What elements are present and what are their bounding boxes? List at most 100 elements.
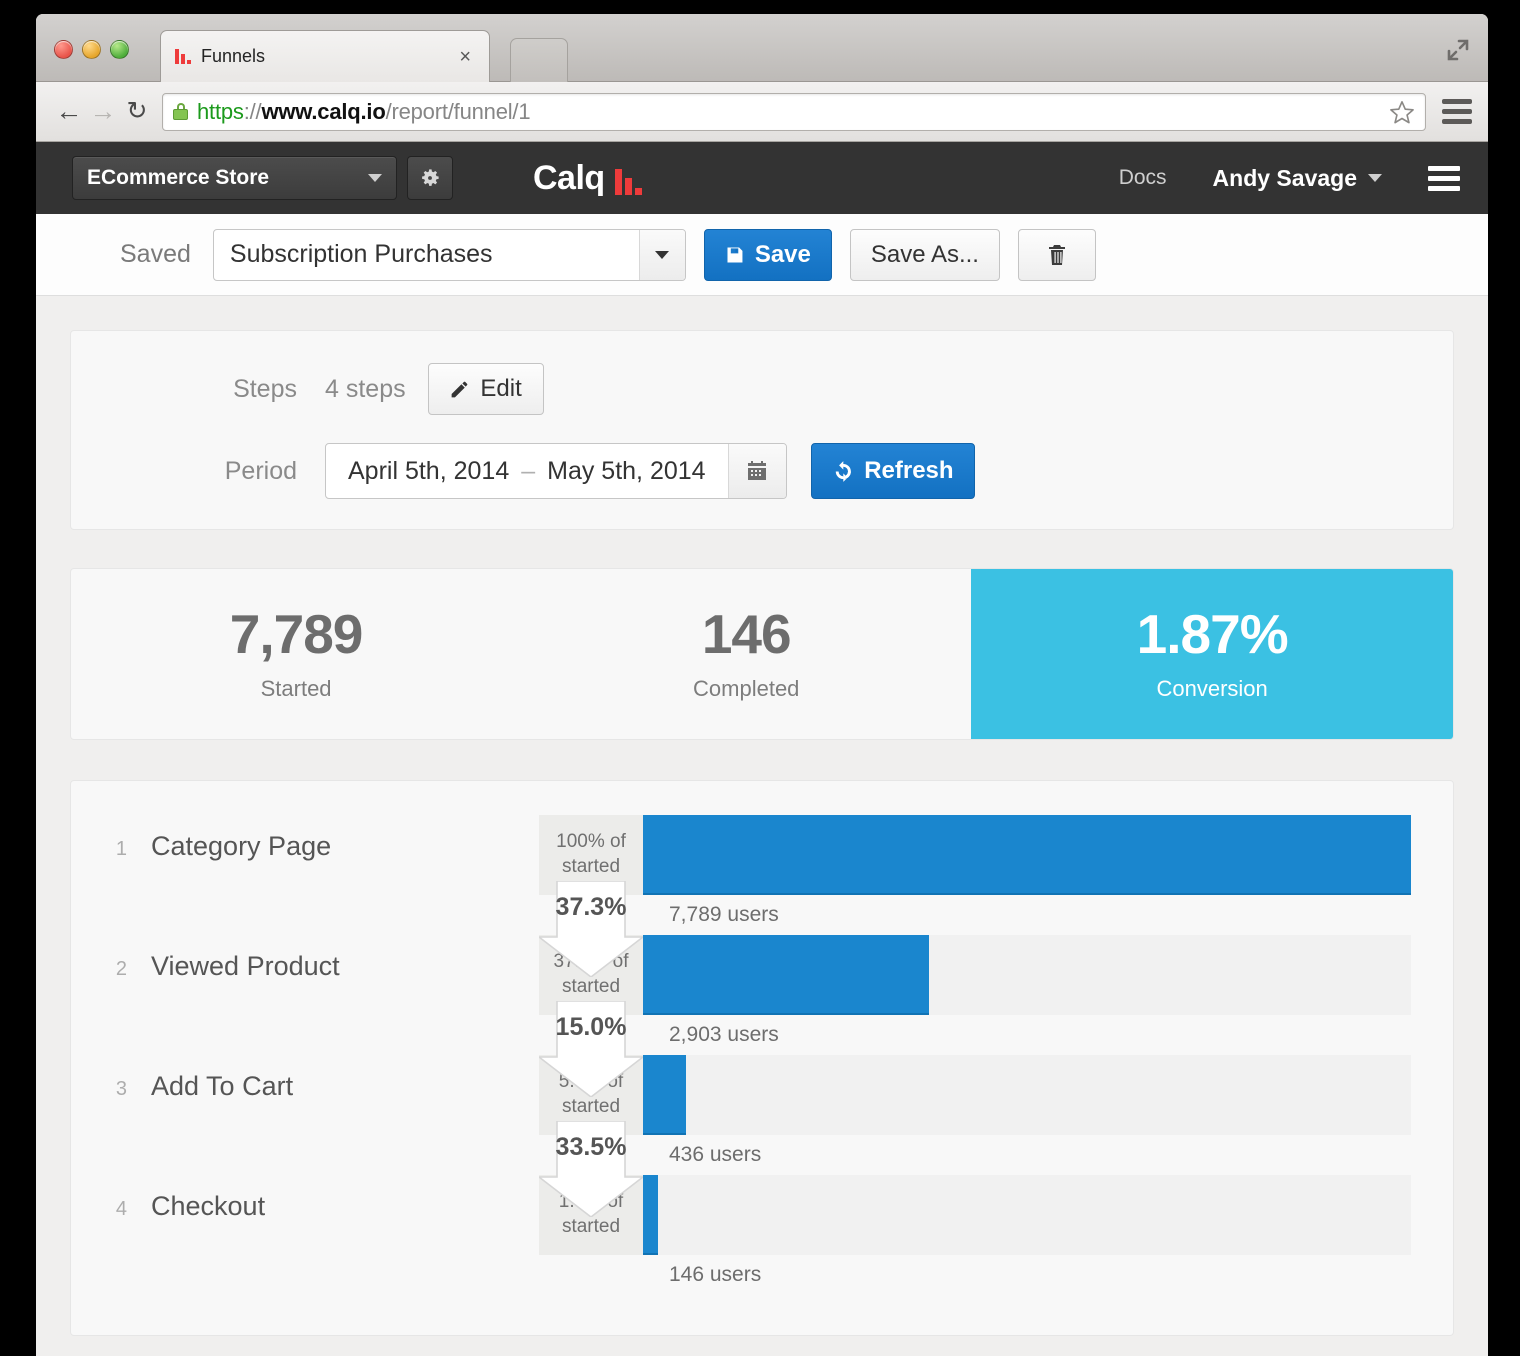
stat-value: 1.87% bbox=[1136, 602, 1289, 665]
steps-count-value: 4 steps bbox=[325, 374, 406, 403]
floppy-disk-icon bbox=[727, 247, 743, 262]
date-range-end: May 5th, 2014 bbox=[547, 456, 706, 485]
percent-suffix: started bbox=[561, 856, 621, 877]
stat-completed: 146 Completed bbox=[521, 569, 971, 739]
bar-track bbox=[643, 935, 1411, 1015]
calq-logo[interactable]: Calq bbox=[533, 161, 642, 195]
refresh-button-label: Refresh bbox=[864, 457, 954, 484]
save-as-button-label: Save As... bbox=[870, 240, 979, 268]
bookmark-star-icon[interactable] bbox=[1389, 99, 1415, 125]
browser-window: Funnels × ← → ↻ https://www.calq.io/repo… bbox=[36, 14, 1488, 1356]
url-path: /report/funnel/1 bbox=[385, 98, 531, 124]
stat-started: 7,789 Started bbox=[71, 569, 521, 739]
project-settings-button[interactable] bbox=[407, 156, 453, 200]
stat-value: 146 bbox=[701, 602, 792, 665]
bar-track bbox=[643, 1175, 1411, 1255]
funnel-step-row: 2 Viewed Product 37.3% of started 2,903 … bbox=[71, 935, 1453, 1097]
funnel-step-title: 4 Checkout bbox=[113, 1191, 265, 1222]
steps-row: Steps 4 steps Edit bbox=[193, 361, 1453, 417]
close-window-button[interactable] bbox=[54, 40, 73, 59]
bar-fill[interactable] bbox=[643, 1055, 686, 1135]
date-range-dash: – bbox=[521, 456, 536, 485]
nav-item-docs[interactable]: Docs bbox=[1119, 166, 1167, 190]
new-tab-button[interactable] bbox=[510, 38, 568, 82]
step-number: 1 bbox=[115, 838, 127, 860]
step-users-count: 146 users bbox=[669, 1263, 762, 1286]
step-label: Add To Cart bbox=[151, 1071, 294, 1101]
percent-suffix: started bbox=[561, 1216, 621, 1237]
transition-percent: 37.3% bbox=[555, 893, 627, 921]
navbar-right: Docs Andy Savage bbox=[1119, 165, 1460, 192]
back-icon[interactable]: ← bbox=[52, 95, 86, 129]
funnel-step-title: 3 Add To Cart bbox=[113, 1071, 293, 1102]
transition-percent: 33.5% bbox=[555, 1133, 627, 1161]
url-text: https://www.calq.io/report/funnel/1 bbox=[197, 98, 531, 125]
period-row: Period April 5th, 2014 – May 5th, 2014 R… bbox=[193, 443, 1453, 499]
calendar-picker-button[interactable] bbox=[727, 444, 786, 498]
funnel-step-title: 2 Viewed Product bbox=[113, 951, 340, 982]
bar-fill[interactable] bbox=[643, 935, 930, 1015]
gear-icon bbox=[422, 169, 439, 186]
funnel-controls-card: Steps 4 steps Edit Period April 5th, 201… bbox=[70, 330, 1454, 530]
refresh-icon bbox=[835, 460, 851, 482]
project-selector[interactable]: ECommerce Store bbox=[72, 156, 397, 200]
period-label: Period bbox=[224, 456, 297, 485]
calq-favicon-icon bbox=[175, 49, 191, 64]
funnel-transition-arrow: 33.5% bbox=[539, 1121, 643, 1217]
percent-value: 100% of bbox=[556, 831, 626, 853]
funnel-step-row: 1 Category Page 100% of started 7,789 us… bbox=[71, 815, 1453, 977]
steps-label: Steps bbox=[233, 374, 297, 403]
step-users-count: 2,903 users bbox=[669, 1023, 779, 1046]
funnel-step-title: 1 Category Page bbox=[113, 831, 331, 862]
browser-toolbar: ← → ↻ https://www.calq.io/report/funnel/… bbox=[36, 82, 1488, 142]
url-host: www.calq.io bbox=[261, 98, 386, 124]
stat-label: Conversion bbox=[1156, 675, 1268, 701]
stat-value: 7,789 bbox=[229, 602, 364, 665]
zoom-window-button[interactable] bbox=[110, 40, 129, 59]
hamburger-menu-icon[interactable] bbox=[1428, 165, 1460, 191]
trash-icon bbox=[1048, 244, 1065, 265]
bar-fill[interactable] bbox=[643, 815, 1411, 895]
stat-label: Started bbox=[260, 675, 332, 701]
bar-fill[interactable] bbox=[643, 1175, 658, 1255]
percent-suffix: started bbox=[561, 976, 621, 997]
stat-conversion: 1.87% Conversion bbox=[971, 569, 1453, 739]
edit-steps-label: Edit bbox=[480, 375, 522, 402]
reload-icon[interactable]: ↻ bbox=[120, 95, 154, 129]
browser-tab-bar: Funnels × bbox=[36, 14, 1488, 82]
saved-report-value: Subscription Purchases bbox=[229, 240, 493, 268]
chrome-menu-icon[interactable] bbox=[1442, 99, 1472, 124]
save-button-label: Save bbox=[754, 240, 811, 268]
delete-report-button[interactable] bbox=[1017, 228, 1096, 281]
address-bar[interactable]: https://www.calq.io/report/funnel/1 bbox=[162, 92, 1426, 131]
report-page: Steps 4 steps Edit Period April 5th, 201… bbox=[36, 296, 1488, 1336]
edit-steps-button[interactable]: Edit bbox=[427, 363, 544, 415]
url-scheme: https bbox=[197, 98, 244, 124]
chevron-down-icon bbox=[638, 229, 685, 280]
forward-icon[interactable]: → bbox=[86, 95, 120, 129]
browser-tab[interactable]: Funnels × bbox=[160, 30, 490, 82]
save-as-button[interactable]: Save As... bbox=[849, 228, 1000, 281]
chevron-down-icon bbox=[1368, 174, 1382, 182]
date-range-field[interactable]: April 5th, 2014 – May 5th, 2014 bbox=[325, 443, 787, 499]
saved-label: Saved bbox=[120, 240, 191, 268]
funnel-transition-arrow: 15.0% bbox=[539, 1001, 643, 1097]
close-tab-icon[interactable]: × bbox=[455, 47, 475, 67]
funnel-summary-stats: 7,789 Started 146 Completed 1.87% Conver… bbox=[70, 568, 1454, 740]
save-button[interactable]: Save bbox=[703, 228, 832, 281]
step-number: 3 bbox=[115, 1078, 127, 1100]
user-name: Andy Savage bbox=[1212, 164, 1357, 191]
browser-tab-title: Funnels bbox=[201, 46, 266, 66]
url-separator: :// bbox=[243, 98, 262, 124]
funnel-chart: 1 Category Page 100% of started 7,789 us… bbox=[70, 780, 1454, 1336]
stat-label: Completed bbox=[693, 675, 800, 701]
saved-report-toolbar: Saved Subscription Purchases Save Save A… bbox=[36, 214, 1488, 296]
saved-report-select[interactable]: Subscription Purchases bbox=[212, 228, 686, 281]
step-label: Viewed Product bbox=[151, 951, 340, 981]
fullscreen-icon[interactable] bbox=[1446, 38, 1470, 62]
funnel-step-row: 3 Add To Cart 5.6% of started 436 users bbox=[71, 1055, 1453, 1217]
refresh-button[interactable]: Refresh bbox=[810, 443, 975, 499]
user-menu[interactable]: Andy Savage bbox=[1213, 165, 1382, 192]
bar-track bbox=[643, 1055, 1411, 1135]
minimize-window-button[interactable] bbox=[82, 40, 101, 59]
